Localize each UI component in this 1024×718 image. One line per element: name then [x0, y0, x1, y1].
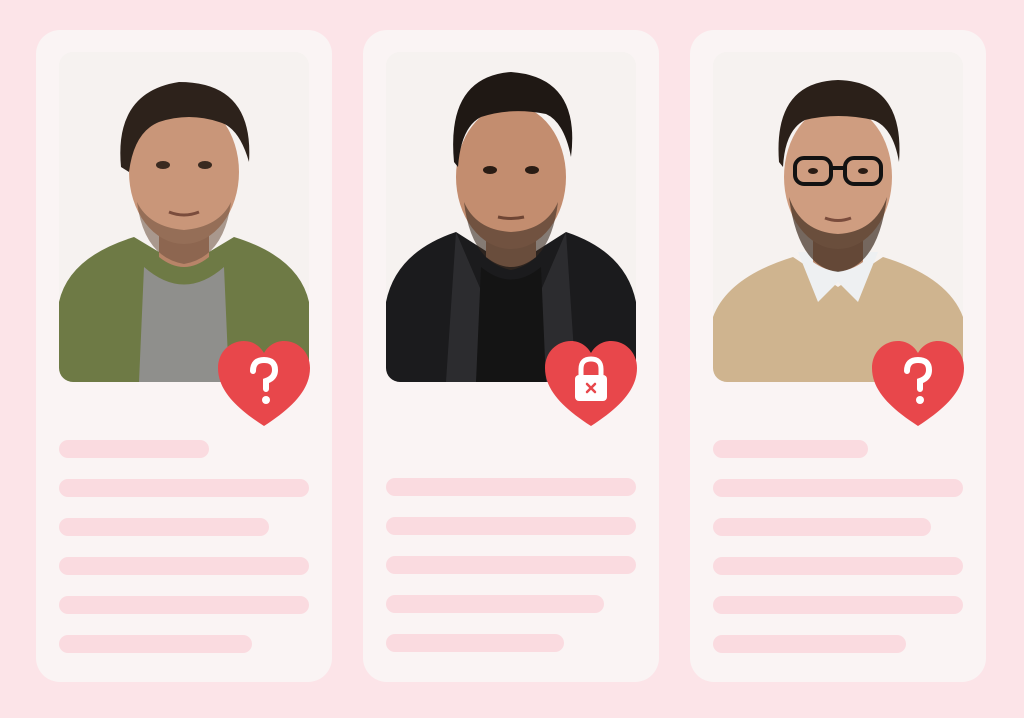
text-placeholder-line — [59, 440, 209, 458]
text-placeholder-line — [386, 634, 564, 652]
text-placeholder-line — [59, 635, 252, 653]
text-placeholder-line — [386, 517, 636, 535]
text-placeholder-line — [59, 518, 269, 536]
profile-photo — [59, 52, 309, 382]
question-heart-icon[interactable] — [216, 338, 312, 430]
text-placeholder-line — [713, 596, 963, 614]
text-placeholder-line — [59, 596, 309, 614]
text-placeholder-line — [386, 478, 636, 496]
profile-card-1[interactable] — [36, 30, 332, 682]
text-placeholder-line — [713, 635, 906, 653]
profile-photo — [713, 52, 963, 382]
profile-photo — [386, 52, 636, 382]
profile-card-2[interactable] — [363, 30, 659, 682]
text-placeholder-line — [713, 557, 963, 575]
text-placeholder-line — [713, 479, 963, 497]
text-placeholder-line — [59, 479, 309, 497]
text-placeholder-line — [59, 557, 309, 575]
question-heart-icon[interactable] — [870, 338, 966, 430]
text-placeholder-line — [386, 556, 636, 574]
text-placeholder-line — [713, 518, 931, 536]
text-placeholder-line — [386, 595, 604, 613]
profile-card-3[interactable] — [690, 30, 986, 682]
text-placeholder-line — [713, 440, 868, 458]
lock-heart-icon[interactable] — [543, 338, 639, 430]
